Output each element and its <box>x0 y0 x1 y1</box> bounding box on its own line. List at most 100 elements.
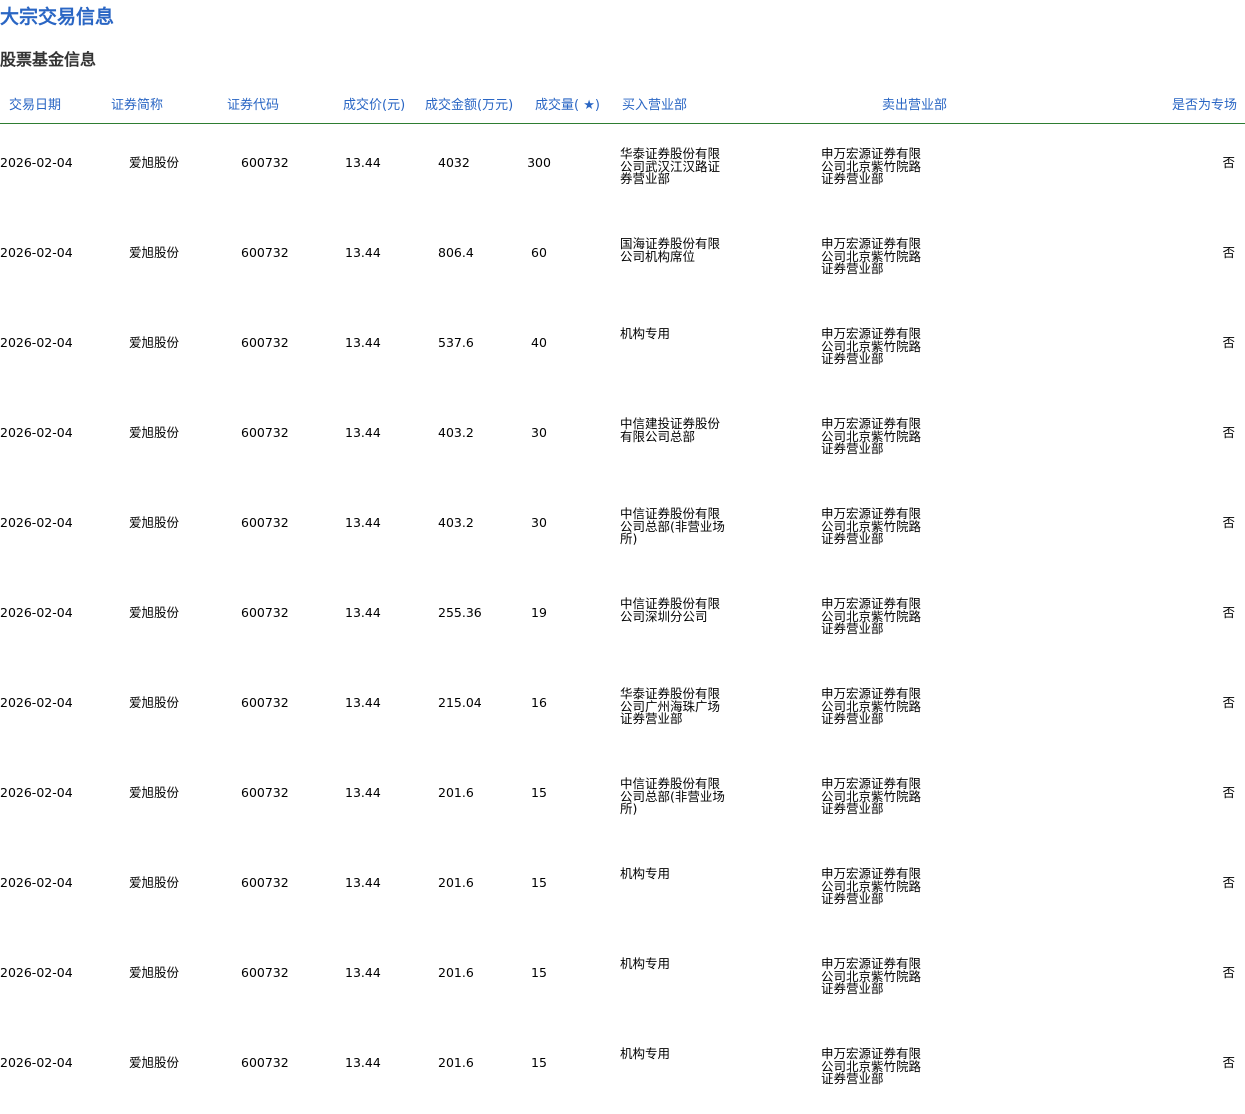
cell-name: 爱旭股份 <box>129 245 180 260</box>
cell-date: 2026-02-04 <box>0 515 73 530</box>
table-row: 2026-02-04 爱旭股份 600732 13.44 806.4 60 国海… <box>0 214 1245 304</box>
cell-price: 13.44 <box>345 785 381 800</box>
cell-date: 2026-02-04 <box>0 605 73 620</box>
cell-seller: 申万宏源证券有限公司北京紫竹院路证券营业部 <box>821 956 922 996</box>
cell-name: 爱旭股份 <box>129 155 180 170</box>
cell-buyer: 中信证券股份有限公司总部(非营业场所) <box>620 506 725 546</box>
cell-price: 13.44 <box>345 155 381 170</box>
cell-seller: 申万宏源证券有限公司北京紫竹院路证券营业部 <box>821 146 922 186</box>
cell-amount: 201.6 <box>438 965 474 980</box>
table-row: 2026-02-04 爱旭股份 600732 13.44 201.6 15 机构… <box>0 844 1245 934</box>
cell-special: 否 <box>1222 155 1235 170</box>
column-header-volume[interactable]: 成交量( ★) <box>535 97 600 115</box>
cell-buyer: 机构专用 <box>620 326 671 341</box>
cell-seller: 申万宏源证券有限公司北京紫竹院路证券营业部 <box>821 596 922 636</box>
cell-seller: 申万宏源证券有限公司北京紫竹院路证券营业部 <box>821 326 922 366</box>
table-row: 2026-02-04 爱旭股份 600732 13.44 215.04 16 华… <box>0 664 1245 754</box>
cell-name: 爱旭股份 <box>129 515 180 530</box>
column-header-special[interactable]: 是否为专场 <box>1172 97 1237 115</box>
cell-special: 否 <box>1222 785 1235 800</box>
cell-date: 2026-02-04 <box>0 335 73 350</box>
cell-price: 13.44 <box>345 1055 381 1070</box>
column-header-name[interactable]: 证券简称 <box>111 97 163 115</box>
table-row: 2026-02-04 爱旭股份 600732 13.44 403.2 30 中信… <box>0 394 1245 484</box>
cell-code: 600732 <box>241 605 289 620</box>
cell-date: 2026-02-04 <box>0 875 73 890</box>
cell-volume: 19 <box>531 605 547 620</box>
column-header-code[interactable]: 证券代码 <box>227 97 279 115</box>
cell-volume: 15 <box>531 1055 547 1070</box>
cell-date: 2026-02-04 <box>0 425 73 440</box>
cell-special: 否 <box>1222 515 1235 530</box>
table-row: 2026-02-04 爱旭股份 600732 13.44 4032 300 华泰… <box>0 124 1245 214</box>
cell-buyer: 华泰证券股份有限公司武汉江汉路证券营业部 <box>620 146 721 186</box>
cell-amount: 215.04 <box>438 695 482 710</box>
cell-amount: 201.6 <box>438 875 474 890</box>
cell-seller: 申万宏源证券有限公司北京紫竹院路证券营业部 <box>821 416 922 456</box>
column-header-price[interactable]: 成交价(元) <box>343 97 405 115</box>
cell-volume: 60 <box>531 245 547 260</box>
cell-price: 13.44 <box>345 965 381 980</box>
cell-special: 否 <box>1222 245 1235 260</box>
cell-code: 600732 <box>241 965 289 980</box>
column-header-date[interactable]: 交易日期 <box>9 97 61 115</box>
cell-name: 爱旭股份 <box>129 605 180 620</box>
cell-buyer: 机构专用 <box>620 956 671 971</box>
cell-code: 600732 <box>241 1055 289 1070</box>
table-row: 2026-02-04 爱旭股份 600732 13.44 537.6 40 机构… <box>0 304 1245 394</box>
cell-price: 13.44 <box>345 245 381 260</box>
cell-buyer: 机构专用 <box>620 866 671 881</box>
cell-buyer: 中信证券股份有限公司深圳分公司 <box>620 596 721 624</box>
cell-special: 否 <box>1222 875 1235 890</box>
column-header-buyer[interactable]: 买入营业部 <box>622 97 687 115</box>
column-header-amount[interactable]: 成交金额(万元) <box>425 97 513 115</box>
cell-volume: 15 <box>531 875 547 890</box>
cell-volume: 15 <box>531 965 547 980</box>
cell-amount: 806.4 <box>438 245 474 260</box>
table-row: 2026-02-04 爱旭股份 600732 13.44 201.6 15 机构… <box>0 1024 1245 1114</box>
table-header: 交易日期 证券简称 证券代码 成交价(元) 成交金额(万元) 成交量( ★) 买… <box>0 93 1245 124</box>
cell-seller: 申万宏源证券有限公司北京紫竹院路证券营业部 <box>821 236 922 276</box>
cell-volume: 30 <box>531 515 547 530</box>
table-row: 2026-02-04 爱旭股份 600732 13.44 201.6 15 中信… <box>0 754 1245 844</box>
cell-price: 13.44 <box>345 875 381 890</box>
cell-volume: 15 <box>531 785 547 800</box>
cell-price: 13.44 <box>345 605 381 620</box>
cell-name: 爱旭股份 <box>129 335 180 350</box>
cell-date: 2026-02-04 <box>0 1055 73 1070</box>
cell-seller: 申万宏源证券有限公司北京紫竹院路证券营业部 <box>821 776 922 816</box>
cell-name: 爱旭股份 <box>129 785 180 800</box>
cell-date: 2026-02-04 <box>0 695 73 710</box>
page-title: 大宗交易信息 <box>0 6 115 28</box>
cell-buyer: 华泰证券股份有限公司广州海珠广场证券营业部 <box>620 686 721 726</box>
cell-volume: 16 <box>531 695 547 710</box>
table-row: 2026-02-04 爱旭股份 600732 13.44 255.36 19 中… <box>0 574 1245 664</box>
cell-code: 600732 <box>241 515 289 530</box>
cell-special: 否 <box>1222 965 1235 980</box>
cell-name: 爱旭股份 <box>129 875 180 890</box>
cell-amount: 201.6 <box>438 1055 474 1070</box>
cell-code: 600732 <box>241 155 289 170</box>
cell-amount: 403.2 <box>438 425 474 440</box>
cell-name: 爱旭股份 <box>129 425 180 440</box>
cell-code: 600732 <box>241 695 289 710</box>
cell-name: 爱旭股份 <box>129 1055 180 1070</box>
cell-amount: 201.6 <box>438 785 474 800</box>
cell-amount: 403.2 <box>438 515 474 530</box>
cell-date: 2026-02-04 <box>0 785 73 800</box>
cell-seller: 申万宏源证券有限公司北京紫竹院路证券营业部 <box>821 506 922 546</box>
cell-special: 否 <box>1222 605 1235 620</box>
cell-date: 2026-02-04 <box>0 965 73 980</box>
cell-amount: 4032 <box>438 155 470 170</box>
cell-price: 13.44 <box>345 695 381 710</box>
cell-amount: 537.6 <box>438 335 474 350</box>
cell-seller: 申万宏源证券有限公司北京紫竹院路证券营业部 <box>821 686 922 726</box>
cell-buyer: 中信证券股份有限公司总部(非营业场所) <box>620 776 725 816</box>
cell-seller: 申万宏源证券有限公司北京紫竹院路证券营业部 <box>821 1046 922 1086</box>
cell-name: 爱旭股份 <box>129 695 180 710</box>
cell-name: 爱旭股份 <box>129 965 180 980</box>
table-body: 2026-02-04 爱旭股份 600732 13.44 4032 300 华泰… <box>0 124 1245 1114</box>
column-header-seller[interactable]: 卖出营业部 <box>882 97 947 115</box>
cell-code: 600732 <box>241 875 289 890</box>
cell-price: 13.44 <box>345 335 381 350</box>
